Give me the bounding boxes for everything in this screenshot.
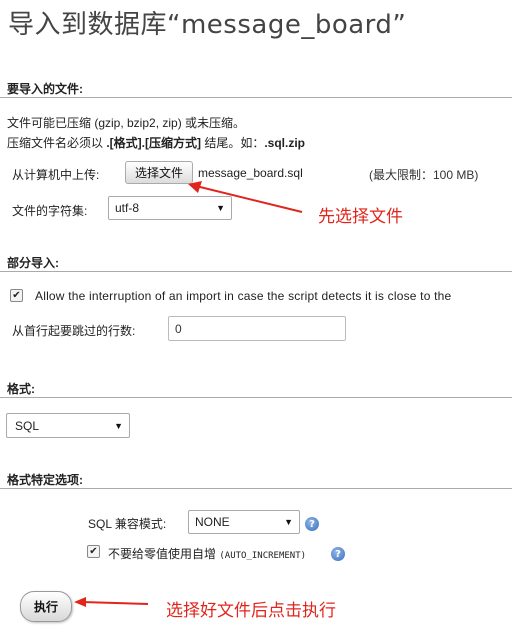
allow-interrupt-checkbox[interactable]: ✔ (10, 289, 23, 302)
checkmark-icon: ✔ (89, 545, 98, 557)
upload-label: 从计算机中上传: (12, 168, 100, 182)
sql-compat-select-value: NONE (195, 515, 230, 529)
annotation-execute: 选择好文件后点击执行 (166, 601, 336, 621)
skip-rows-input[interactable]: 0 (168, 316, 346, 341)
no-auto-value-text: 不要给零值使用自增 (108, 547, 217, 561)
allow-interrupt-label: Allow the interruption of an import in c… (35, 289, 452, 303)
sql-compat-label: SQL 兼容模式: (88, 517, 167, 531)
compression-note: 文件可能已压缩 (gzip, bzip2, zip) 或未压缩。 (7, 116, 246, 130)
skip-rows-label: 从首行起要跳过的行数: (12, 324, 136, 338)
section-divider (0, 397, 512, 398)
max-size-limit: (最大限制：100 MB) (369, 168, 479, 182)
red-arrow-icon (188, 181, 303, 213)
filename-note-example: .sql.zip (264, 136, 306, 150)
section-heading-partial: 部分导入: (7, 256, 59, 270)
section-heading-format: 格式: (7, 382, 35, 396)
no-auto-value-code: (AUTO_INCREMENT) (219, 551, 307, 561)
filename-note-prefix: 压缩文件名必须以 (7, 136, 107, 150)
chevron-down-icon: ▼ (284, 517, 293, 527)
annotation-choose-file: 先选择文件 (318, 207, 403, 227)
format-select-value: SQL (15, 418, 40, 433)
section-heading-format-options: 格式特定选项: (7, 473, 83, 487)
no-auto-value-label: 不要给零值使用自增 (AUTO_INCREMENT) (108, 545, 306, 562)
section-divider (0, 488, 512, 489)
section-heading-file: 要导入的文件: (7, 82, 83, 96)
section-divider (0, 271, 512, 272)
red-arrow-icon (74, 597, 149, 607)
help-icon[interactable]: ? (331, 547, 345, 561)
filename-note-mid: 结尾。如： (201, 136, 265, 150)
sql-compat-select[interactable]: NONE ▼ (188, 510, 300, 534)
section-divider (0, 97, 512, 98)
help-icon[interactable]: ? (305, 517, 319, 531)
chevron-down-icon: ▼ (114, 420, 123, 431)
page-title: 导入到数据库“message_board” (8, 10, 407, 40)
format-select[interactable]: SQL ▼ (6, 413, 130, 438)
charset-label: 文件的字符集: (12, 204, 88, 218)
charset-select-value: utf-8 (115, 201, 140, 215)
choose-file-button[interactable]: 选择文件 (125, 161, 193, 184)
filename-note: 压缩文件名必须以 .[格式].[压缩方式] 结尾。如：.sql.zip (7, 134, 305, 151)
no-auto-value-checkbox[interactable]: ✔ (87, 545, 100, 558)
execute-button[interactable]: 执行 (20, 591, 72, 622)
checkmark-icon: ✔ (12, 289, 21, 301)
filename-note-pattern: .[格式].[压缩方式] (106, 136, 201, 150)
